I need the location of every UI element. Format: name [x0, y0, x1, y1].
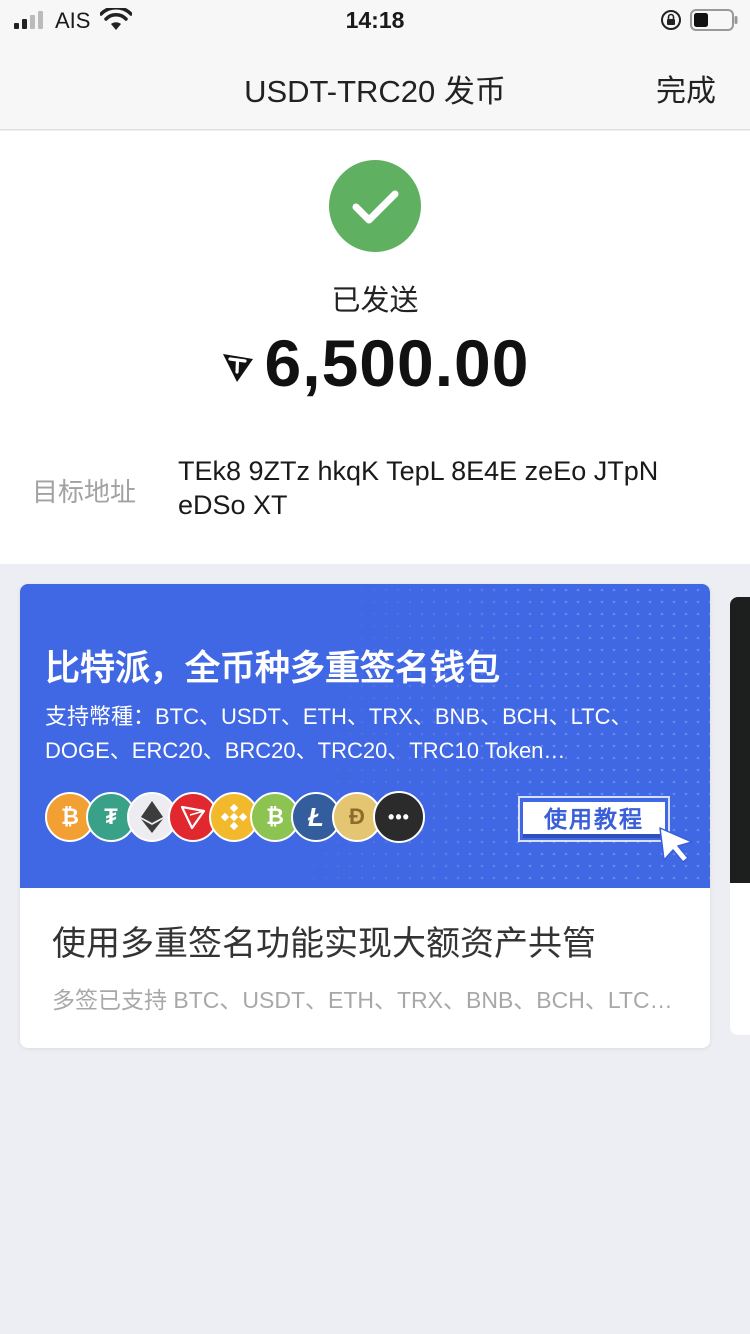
next-promo-card[interactable]	[730, 597, 750, 1035]
clock: 14:18	[345, 7, 405, 33]
done-button[interactable]: 完成	[656, 66, 716, 110]
amount-value: 6,500.00	[264, 326, 530, 400]
status-bar: AIS 14:18	[0, 0, 750, 40]
battery-icon	[690, 9, 738, 31]
success-check-icon	[329, 160, 421, 252]
pointer-cursor-icon	[659, 827, 693, 863]
more-coins-icon[interactable]: •••	[373, 791, 425, 843]
nav-bar: USDT-TRC20 发币 完成	[0, 40, 750, 130]
address-value[interactable]: TEk8 9ZTz hkqK TepL 8E4E zeEo JTpN eDSo …	[178, 454, 718, 522]
banner-subtitle: 支持幣種：BTC、USDT、ETH、TRX、BNB、BCH、LTC、DOGE、E…	[45, 704, 633, 763]
card-title: 使用多重签名功能实现大额资产共管	[52, 924, 596, 964]
status-text: 已发送	[331, 283, 419, 317]
tutorial-button[interactable]: 使用教程	[523, 802, 665, 838]
card-description: 多签已支持 BTC、USDT、ETH、TRX、BNB、BCH、LTC、DOGE	[52, 987, 692, 1013]
amount-row: 6,500.00	[0, 323, 750, 403]
rotation-lock-icon	[661, 10, 681, 30]
tron-icon	[222, 354, 253, 382]
transfer-result: 已发送 6,500.00 目标地址 TEk8 9ZTz hkqK TepL 8E…	[0, 131, 750, 564]
multisig-promo-card[interactable]: 比特派，全币种多重签名钱包 支持幣種：BTC、USDT、ETH、TRX、BNB、…	[20, 584, 710, 1048]
address-label: 目标地址	[32, 478, 137, 508]
banner-title: 比特派，全币种多重签名钱包	[45, 649, 501, 689]
coin-icons: ₿ ₮ ₿ Ł Ð •••	[45, 791, 445, 844]
next-card-banner	[730, 597, 750, 883]
promo-banner[interactable]: 比特派，全币种多重签名钱包 支持幣種：BTC、USDT、ETH、TRX、BNB、…	[20, 584, 710, 888]
page-title: USDT-TRC20 发币	[244, 74, 506, 109]
